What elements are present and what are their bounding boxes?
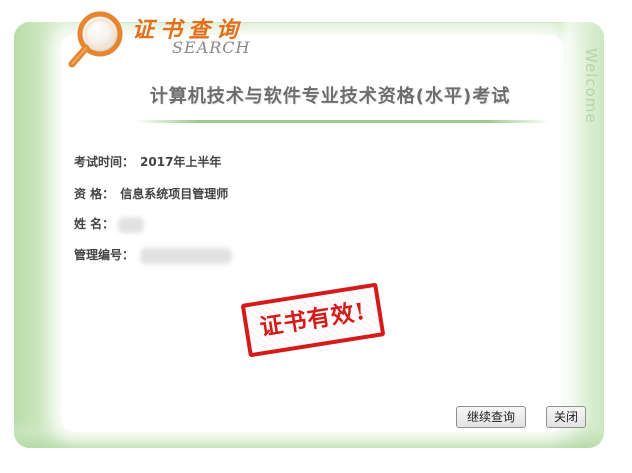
magnifier-icon	[68, 11, 123, 68]
field-exam-time: 考试时间： 2017年上半年	[74, 153, 221, 170]
name-redacted	[118, 216, 145, 233]
management-number-redacted	[140, 247, 233, 264]
close-button[interactable]: 关闭	[546, 406, 586, 428]
title-divider	[135, 120, 550, 123]
field-label: 考试时间：	[74, 155, 135, 169]
continue-query-button[interactable]: 继续查询	[456, 406, 526, 428]
field-qualification: 资 格： 信息系统项目管理师	[74, 185, 228, 202]
field-name: 姓 名：	[74, 215, 145, 233]
field-management-number: 管理编号：	[74, 246, 233, 264]
field-value: 信息系统项目管理师	[120, 187, 229, 201]
field-label: 姓 名：	[74, 217, 115, 231]
field-label: 资 格：	[74, 187, 115, 201]
field-label: 管理编号：	[74, 248, 135, 262]
brand-subtitle: SEARCH	[172, 38, 251, 57]
exam-title: 计算机技术与软件专业技术资格(水平)考试	[149, 86, 511, 107]
welcome-side-label: Welcome	[582, 48, 600, 124]
field-value: 2017年上半年	[140, 155, 222, 169]
